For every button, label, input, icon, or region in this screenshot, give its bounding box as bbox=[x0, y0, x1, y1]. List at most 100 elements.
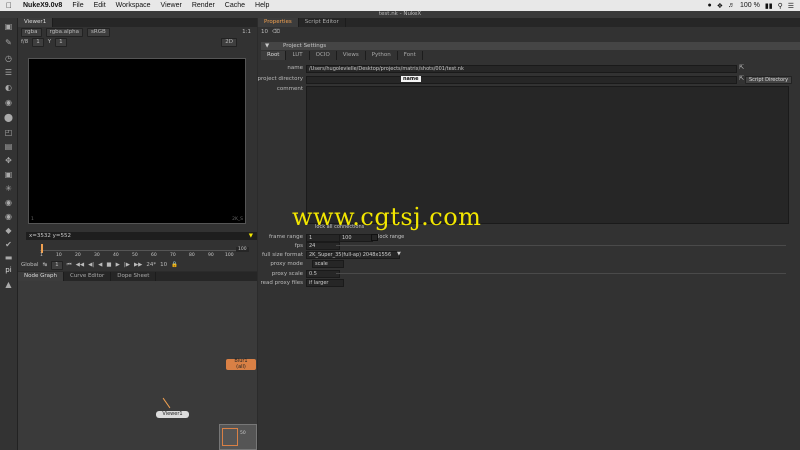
menu-workspace[interactable]: Workspace bbox=[111, 2, 156, 9]
dir-browse-icon[interactable]: ⇱ bbox=[739, 75, 744, 82]
blur-node[interactable]: Blur1 (all) bbox=[226, 358, 256, 370]
window-title: test.nk - NukeX bbox=[0, 11, 800, 18]
color-icon[interactable]: ◐ bbox=[4, 83, 13, 92]
particles-icon[interactable]: ✳ bbox=[4, 184, 13, 193]
viewer-canvas[interactable]: 1 2K_S bbox=[28, 58, 246, 224]
minimap-viewport[interactable] bbox=[222, 428, 238, 446]
clear-panels-icon[interactable]: ⌫ bbox=[272, 29, 280, 35]
frame-start-field[interactable]: 1 bbox=[306, 234, 340, 242]
read-proxy-files-label: read proxy files bbox=[260, 280, 303, 286]
prev-key-icon[interactable]: ◀◀ bbox=[76, 262, 84, 268]
furnace-icon[interactable]: ▲ bbox=[4, 280, 13, 289]
fps-field[interactable]: 24* bbox=[146, 262, 156, 268]
wifi-icon[interactable]: ● bbox=[707, 2, 711, 9]
other-icon[interactable]: ▬ bbox=[4, 253, 13, 262]
filter-icon[interactable]: ◉ bbox=[4, 98, 13, 107]
metadata-icon[interactable]: ◆ bbox=[4, 226, 13, 235]
subtab-lut[interactable]: LUT bbox=[286, 51, 310, 60]
keyer-icon[interactable]: ⬤ bbox=[4, 113, 13, 122]
proxy-scale-slider[interactable] bbox=[336, 273, 786, 274]
increment-field[interactable]: 10 bbox=[160, 262, 167, 268]
tab-viewer1[interactable]: Viewer1 bbox=[18, 18, 54, 27]
file-browse-icon[interactable]: ⇱ bbox=[739, 64, 744, 71]
format-menu-icon[interactable]: ▼ bbox=[397, 251, 401, 257]
max-panels-field[interactable]: 10 bbox=[261, 29, 268, 35]
read-proxy-files-dropdown[interactable]: if larger bbox=[306, 279, 344, 287]
lut-dropdown[interactable]: sRGB bbox=[87, 27, 110, 37]
mode-dropdown[interactable]: 2D bbox=[221, 37, 237, 47]
menu-edit[interactable]: Edit bbox=[89, 2, 111, 9]
zoom-readout[interactable]: 1:1 bbox=[242, 29, 251, 35]
tab-script-editor[interactable]: Script Editor bbox=[299, 18, 346, 27]
script-directory-button[interactable]: Script Directory bbox=[745, 76, 793, 84]
viewer-node[interactable]: Viewer1 bbox=[156, 411, 189, 418]
proxy-mode-dropdown[interactable]: scale bbox=[312, 260, 344, 268]
subtab-font[interactable]: Font bbox=[398, 51, 423, 60]
collapse-icon[interactable]: ▼ bbox=[265, 42, 269, 50]
project-directory-field[interactable] bbox=[306, 76, 737, 84]
subtab-ocio[interactable]: OCIO bbox=[310, 51, 337, 60]
stop-icon[interactable]: ■ bbox=[106, 262, 111, 268]
menu-help[interactable]: Help bbox=[250, 2, 274, 9]
draw-icon[interactable]: ✎ bbox=[4, 38, 13, 47]
subtab-root[interactable]: Root bbox=[261, 51, 287, 60]
search-icon[interactable]: ⚲ bbox=[778, 2, 783, 10]
full-size-format-label: full size format bbox=[262, 252, 303, 258]
channel-icon[interactable]: ☰ bbox=[4, 68, 13, 77]
lock-range-checkbox[interactable] bbox=[371, 234, 378, 241]
node-graph-minimap[interactable]: 50 bbox=[219, 424, 257, 450]
subtab-views[interactable]: Views bbox=[337, 51, 366, 60]
views-icon[interactable]: ◉ bbox=[4, 212, 13, 221]
frame-end-field[interactable]: 100 bbox=[339, 234, 373, 242]
full-size-format-dropdown[interactable]: 2K_Super_35(full-ap) 2048x1556 bbox=[306, 251, 400, 259]
time-icon[interactable]: ◷ bbox=[4, 54, 13, 63]
proxy-scale-field[interactable]: 0.5 bbox=[306, 270, 340, 278]
next-frame-icon[interactable]: |▶ bbox=[124, 262, 130, 268]
image-icon[interactable]: ▣ bbox=[4, 22, 13, 31]
tab-properties[interactable]: Properties bbox=[258, 18, 299, 27]
timeline-playhead[interactable] bbox=[41, 244, 43, 253]
bluetooth-icon[interactable]: ❖ bbox=[717, 2, 723, 10]
play-reverse-icon[interactable]: ◀ bbox=[98, 262, 102, 268]
frame-a[interactable]: f/8 bbox=[21, 39, 28, 45]
tab-curve-editor[interactable]: Curve Editor bbox=[64, 272, 112, 281]
current-frame-field[interactable]: 1 bbox=[51, 260, 63, 270]
menu-file[interactable]: File bbox=[67, 2, 88, 9]
tab-dope-sheet[interactable]: Dope Sheet bbox=[111, 272, 157, 281]
coords-dropdown-icon[interactable]: ▼ bbox=[249, 232, 253, 240]
menu-render[interactable]: Render bbox=[187, 2, 220, 9]
prev-frame-icon[interactable]: ◀| bbox=[88, 262, 94, 268]
tab-node-graph[interactable]: Node Graph bbox=[18, 272, 64, 281]
toolsets-icon[interactable]: ✔ bbox=[4, 240, 13, 249]
lock-icon[interactable]: 🔒 bbox=[171, 262, 178, 268]
transform-icon[interactable]: ✥ bbox=[4, 156, 13, 165]
viewer-toolbar-1: rgba rgba.alpha sRGB 1:1 bbox=[18, 27, 257, 37]
y-value-field[interactable]: 1 bbox=[55, 37, 67, 47]
subtab-python[interactable]: Python bbox=[366, 51, 398, 60]
timeline[interactable]: 1 10 20 30 40 50 60 70 80 90 100 100 bbox=[26, 243, 254, 259]
first-frame-icon[interactable]: ⏮ bbox=[67, 262, 72, 269]
frame-b-field[interactable]: 1 bbox=[32, 37, 44, 47]
fps-slider[interactable] bbox=[336, 245, 786, 246]
menu-list-icon[interactable]: ☰ bbox=[788, 2, 794, 10]
name-field[interactable]: /Users/hugolevielle/Desktop/projects/mat… bbox=[306, 65, 737, 73]
channels-dropdown[interactable]: rgba bbox=[21, 27, 42, 37]
timeline-end-field[interactable]: 100 bbox=[236, 247, 249, 252]
menu-cache[interactable]: Cache bbox=[220, 2, 250, 9]
layers-icon[interactable]: ▤ bbox=[4, 142, 13, 151]
3d-icon[interactable]: ▣ bbox=[4, 170, 13, 179]
alpha-dropdown[interactable]: rgba.alpha bbox=[45, 27, 84, 37]
in-out-icon[interactable]: ↹ bbox=[43, 262, 48, 268]
app-menu[interactable]: NukeX9.0v8 bbox=[18, 2, 67, 9]
battery-icon[interactable]: ▮▮ bbox=[765, 2, 773, 10]
apple-icon[interactable]:  bbox=[0, 1, 18, 10]
deep-icon[interactable]: ◉ bbox=[4, 198, 13, 207]
fps-value-field[interactable]: 24 bbox=[306, 242, 340, 250]
next-key-icon[interactable]: ▶▶ bbox=[134, 262, 142, 268]
fps-label: fps bbox=[294, 243, 303, 249]
play-icon[interactable]: ▶ bbox=[116, 262, 120, 268]
volume-icon[interactable]: ♬ bbox=[728, 2, 735, 9]
merge-icon[interactable]: ◰ bbox=[4, 128, 13, 137]
menu-viewer[interactable]: Viewer bbox=[156, 2, 187, 9]
pi-icon[interactable]: pi bbox=[4, 266, 13, 275]
